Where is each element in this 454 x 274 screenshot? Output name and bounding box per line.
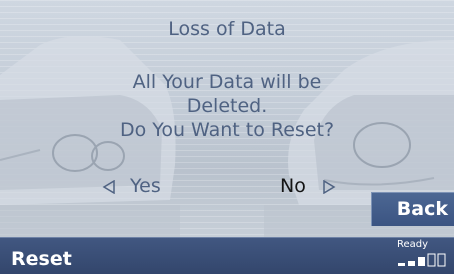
status-bar: Reset Ready [0,237,454,274]
no-option[interactable]: No [280,174,336,198]
dialog-title: Loss of Data [168,18,286,40]
status-text: Ready [397,239,429,250]
signal-bar [427,253,436,267]
message-line: Deleted. [186,95,268,117]
no-label: No [280,175,306,197]
arrow-left-icon [102,179,115,194]
dialog-message: All Your Data will be Deleted. Do You Wa… [0,70,454,142]
yes-label: Yes [130,175,161,197]
signal-bars-icon [398,253,446,267]
message-line: All Your Data will be [132,71,322,93]
signal-bar [437,253,446,267]
footer-label: Reset [11,248,72,270]
dialog-screen: Loss of Data All Your Data will be Delet… [0,0,454,237]
message-line: Do You Want to Reset? [119,119,335,141]
arrow-right-icon [323,179,336,194]
yes-option[interactable]: Yes [102,174,161,198]
back-button[interactable]: Back [371,192,454,226]
signal-bar [408,261,415,266]
signal-bar [398,263,405,266]
signal-bar [418,257,425,266]
